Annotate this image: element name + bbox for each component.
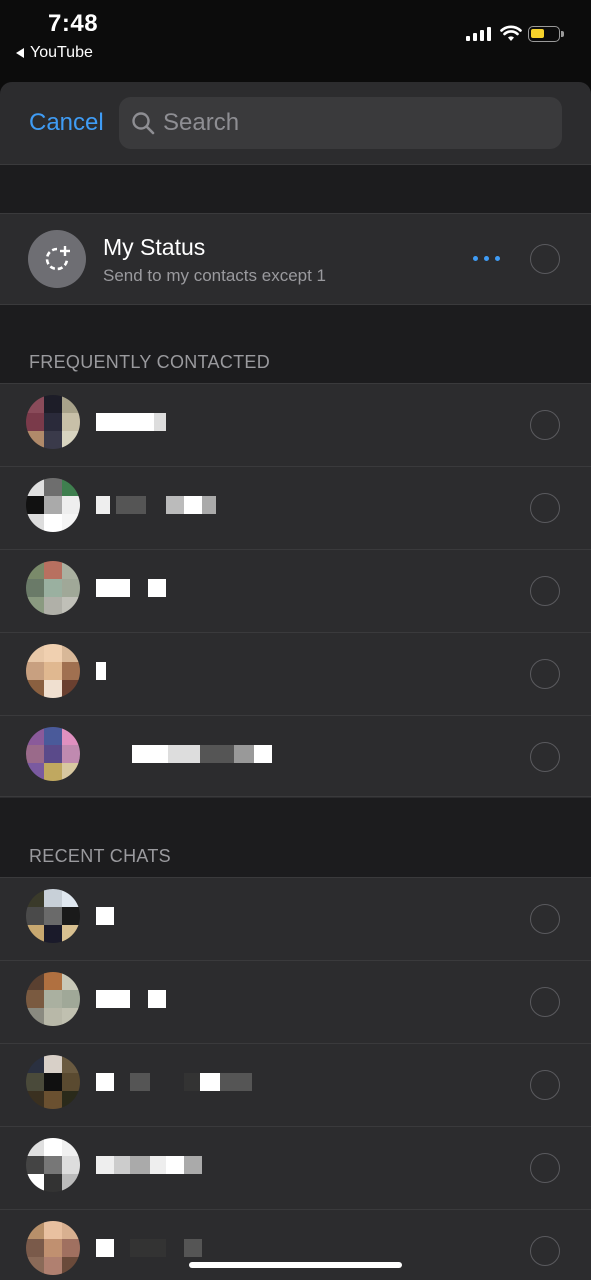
avatar bbox=[26, 644, 80, 698]
avatar bbox=[26, 1055, 80, 1109]
status-privacy-sheet: Cancel Search My Status Send to my conta… bbox=[0, 82, 591, 1280]
frequent-contact-row[interactable] bbox=[0, 549, 591, 632]
frequent-contact-row[interactable] bbox=[0, 466, 591, 549]
sheet-header: Cancel Search bbox=[0, 82, 591, 165]
ellipsis-icon[interactable] bbox=[473, 256, 500, 261]
back-app-label: YouTube bbox=[30, 44, 93, 61]
section-header-frequent: FREQUENTLY CONTACTED bbox=[29, 352, 271, 372]
avatar bbox=[26, 1138, 80, 1192]
avatar bbox=[26, 727, 80, 781]
battery-icon bbox=[528, 26, 564, 42]
recent-chat-row[interactable] bbox=[0, 960, 591, 1043]
search-input[interactable]: Search bbox=[119, 97, 562, 149]
select-radio[interactable] bbox=[530, 659, 560, 689]
cellular-signal-icon bbox=[466, 27, 491, 41]
frequent-contact-row[interactable] bbox=[0, 383, 591, 466]
select-radio[interactable] bbox=[530, 987, 560, 1017]
select-radio[interactable] bbox=[530, 1236, 560, 1266]
status-bar: 7:48 YouTube bbox=[0, 0, 591, 82]
back-arrow-icon bbox=[16, 48, 24, 58]
recent-chat-row[interactable] bbox=[0, 1126, 591, 1209]
search-placeholder: Search bbox=[163, 109, 240, 136]
cancel-button[interactable]: Cancel bbox=[29, 109, 104, 137]
wifi-icon bbox=[500, 25, 522, 41]
select-radio[interactable] bbox=[530, 410, 560, 440]
select-radio[interactable] bbox=[530, 1070, 560, 1100]
avatar bbox=[26, 1221, 80, 1275]
avatar bbox=[26, 972, 80, 1026]
select-radio[interactable] bbox=[530, 1153, 560, 1183]
section-header-recent: RECENT CHATS bbox=[29, 846, 171, 866]
divider bbox=[0, 796, 591, 797]
select-radio[interactable] bbox=[530, 576, 560, 606]
frequent-contact-row[interactable] bbox=[0, 632, 591, 715]
clock: 7:48 bbox=[48, 10, 99, 37]
avatar bbox=[26, 889, 80, 943]
my-status-row[interactable]: My Status Send to my contacts except 1 bbox=[0, 213, 591, 305]
avatar bbox=[26, 478, 80, 532]
select-radio[interactable] bbox=[530, 742, 560, 772]
search-icon bbox=[132, 112, 155, 135]
avatar bbox=[26, 561, 80, 615]
status-add-icon bbox=[28, 230, 86, 288]
select-radio[interactable] bbox=[530, 493, 560, 523]
back-to-app-link[interactable]: YouTube bbox=[16, 44, 93, 62]
my-status-subtitle: Send to my contacts except 1 bbox=[103, 266, 327, 285]
recent-chat-row[interactable] bbox=[0, 1043, 591, 1126]
select-radio[interactable] bbox=[530, 904, 560, 934]
recent-chat-row[interactable] bbox=[0, 1209, 591, 1280]
select-radio[interactable] bbox=[530, 244, 560, 274]
avatar bbox=[26, 395, 80, 449]
home-indicator[interactable] bbox=[189, 1262, 402, 1268]
frequent-contact-row[interactable] bbox=[0, 715, 591, 798]
recent-chat-row[interactable] bbox=[0, 877, 591, 960]
my-status-title: My Status bbox=[103, 234, 206, 260]
